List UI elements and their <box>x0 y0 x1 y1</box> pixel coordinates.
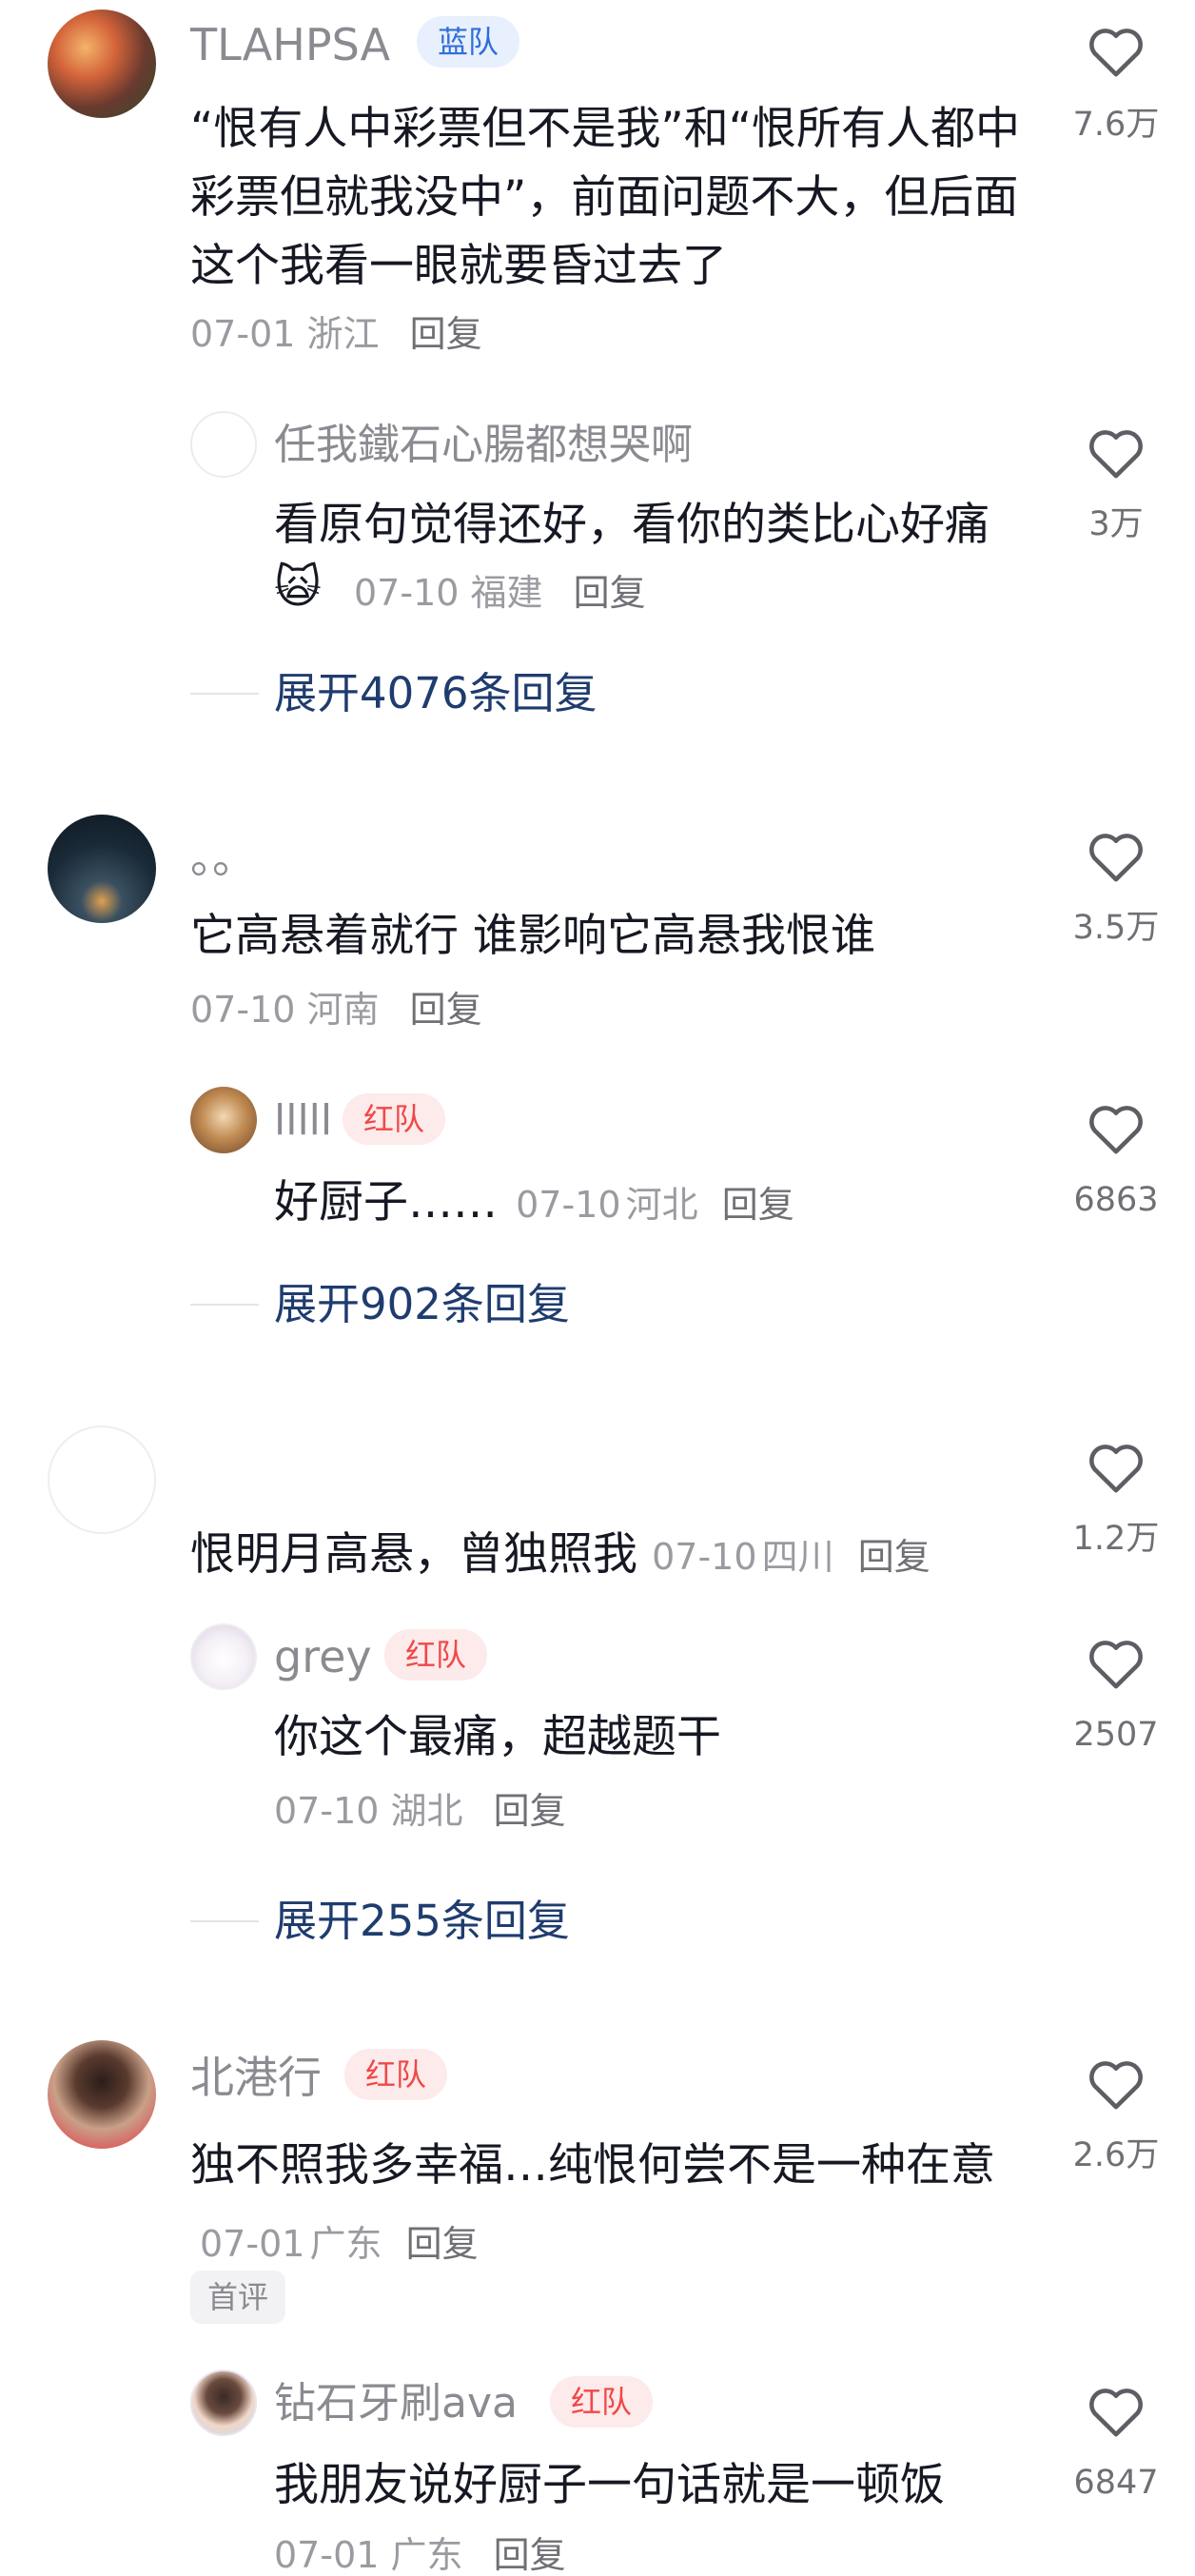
expand-replies-button[interactable]: 展开4076条回复 <box>274 672 598 715</box>
comment-location: 广东 <box>309 2223 382 2265</box>
avatar[interactable] <box>48 1426 156 1534</box>
reply-meta: 07-10 福建 回复 <box>354 575 646 611</box>
comment-date: 07-01 <box>200 2223 305 2265</box>
expand-replies-button[interactable]: 展开902条回复 <box>274 1283 570 1326</box>
reply-text: 好厨子…… <box>274 1176 498 1229</box>
comment-text: 它高悬着就行 谁影响它高悬我恨谁 <box>190 910 875 962</box>
reply-button[interactable]: 回复 <box>494 2534 566 2576</box>
comment-meta: 07-10 河南 回复 <box>190 992 482 1028</box>
divider <box>190 1920 259 1922</box>
like-heart-icon[interactable] <box>1087 1441 1146 1494</box>
like-count: 2507 <box>1073 1716 1159 1754</box>
comment-meta: 07-01 浙江 回复 <box>190 316 482 352</box>
avatar[interactable] <box>48 815 156 923</box>
team-badge: 红队 <box>343 1093 446 1145</box>
reply-avatar[interactable] <box>190 2370 257 2436</box>
like-heart-icon[interactable] <box>1087 25 1146 78</box>
like-count: 7.6万 <box>1072 106 1160 144</box>
divider <box>190 1304 259 1306</box>
reply-avatar[interactable] <box>190 411 257 478</box>
emoji-sticker: 🙀 <box>274 560 323 614</box>
like-count: 1.2万 <box>1072 1520 1160 1558</box>
reply-text: 我朋友说好厨子一句话就是一顿饭 <box>274 2459 945 2511</box>
reply-button[interactable]: 回复 <box>494 1790 566 1832</box>
comment-username[interactable]: 。。 <box>190 836 256 879</box>
team-badge: 红队 <box>550 2376 654 2428</box>
reply-text: 看原句觉得还好，看你的类比心好痛 <box>274 499 989 551</box>
comment-date: 07-10 <box>190 989 296 1031</box>
team-badge: 红队 <box>384 1629 488 1681</box>
reply-avatar[interactable] <box>190 1087 257 1153</box>
comment-text: “恨有人中彩票但不是我”和“恨所有人都中彩票但就我没中”，前面问题不大，但后面这… <box>190 103 1021 292</box>
reply-location: 河北 <box>625 1184 698 1226</box>
reply-meta: 07-10 湖北 回复 <box>274 1793 566 1829</box>
reply-date: 07-10 <box>274 1790 380 1832</box>
comment-location: 浙江 <box>306 313 380 355</box>
comment-location: 河南 <box>306 989 380 1031</box>
divider <box>190 693 259 695</box>
team-badge: 蓝队 <box>417 16 520 68</box>
reply-location: 广东 <box>390 2534 463 2576</box>
reply-date: 07-10 <box>516 1184 621 1226</box>
comment-text: 独不照我多幸福…纯恨何尝不是一种在意 <box>190 2139 995 2192</box>
reply-button[interactable]: 回复 <box>410 313 482 355</box>
like-count: 3.5万 <box>1072 909 1160 947</box>
like-heart-icon[interactable] <box>1087 1102 1146 1155</box>
comment-date: 07-01 <box>190 313 296 355</box>
reply-username[interactable]: grey <box>274 1635 372 1679</box>
first-comment-badge: 首评 <box>190 2271 286 2324</box>
comment-date: 07-10 <box>652 1536 757 1578</box>
comment-line: 恨明月高悬，曾独照我 07-10 四川 回复 <box>190 1521 931 1599</box>
like-heart-icon[interactable] <box>1087 426 1146 480</box>
comment-location: 四川 <box>761 1536 834 1578</box>
like-heart-icon[interactable] <box>1087 2385 1146 2438</box>
comment-username[interactable]: TLAHPSA <box>190 23 390 67</box>
reply-date: 07-01 <box>274 2534 380 2576</box>
reply-button[interactable]: 回复 <box>858 1536 931 1578</box>
reply-username[interactable]: 任我鐵石心腸都想哭啊 <box>274 424 693 466</box>
like-heart-icon[interactable] <box>1087 830 1146 883</box>
like-count: 3万 <box>1088 505 1144 543</box>
reply-line: 好厨子…… 07-10 河北 回复 <box>274 1169 794 1247</box>
reply-meta: 07-01 广东 回复 <box>274 2537 566 2573</box>
reply-avatar[interactable] <box>190 1623 257 1690</box>
like-count: 6863 <box>1073 1181 1159 1219</box>
reply-username[interactable]: 钻石牙刷ava <box>274 2383 518 2425</box>
reply-button[interactable]: 回复 <box>722 1184 794 1226</box>
comment-username[interactable]: 北港行 <box>190 2055 322 2099</box>
avatar[interactable] <box>48 2040 156 2149</box>
like-heart-icon[interactable] <box>1087 1637 1146 1690</box>
like-count: 2.6万 <box>1072 2136 1160 2174</box>
team-badge: 红队 <box>344 2049 448 2100</box>
reply-button[interactable]: 回复 <box>410 989 482 1031</box>
comment-text: 恨明月高悬，曾独照我 <box>190 1528 637 1581</box>
reply-button[interactable]: 回复 <box>574 572 646 614</box>
like-heart-icon[interactable] <box>1087 2057 1146 2111</box>
avatar[interactable] <box>48 10 156 118</box>
expand-replies-button[interactable]: 展开255条回复 <box>274 1899 570 1942</box>
reply-button[interactable]: 回复 <box>406 2223 479 2265</box>
reply-text: 你这个最痛，超越题干 <box>274 1711 721 1763</box>
reply-location: 湖北 <box>390 1790 463 1832</box>
reply-location: 福建 <box>470 572 543 614</box>
reply-username[interactable]: lllll <box>274 1100 332 1142</box>
comment-body: 独不照我多幸福…纯恨何尝不是一种在意 07-01 广东 回复 <box>190 2132 1028 2286</box>
reply-date: 07-10 <box>354 572 460 614</box>
like-count: 6847 <box>1073 2464 1159 2502</box>
